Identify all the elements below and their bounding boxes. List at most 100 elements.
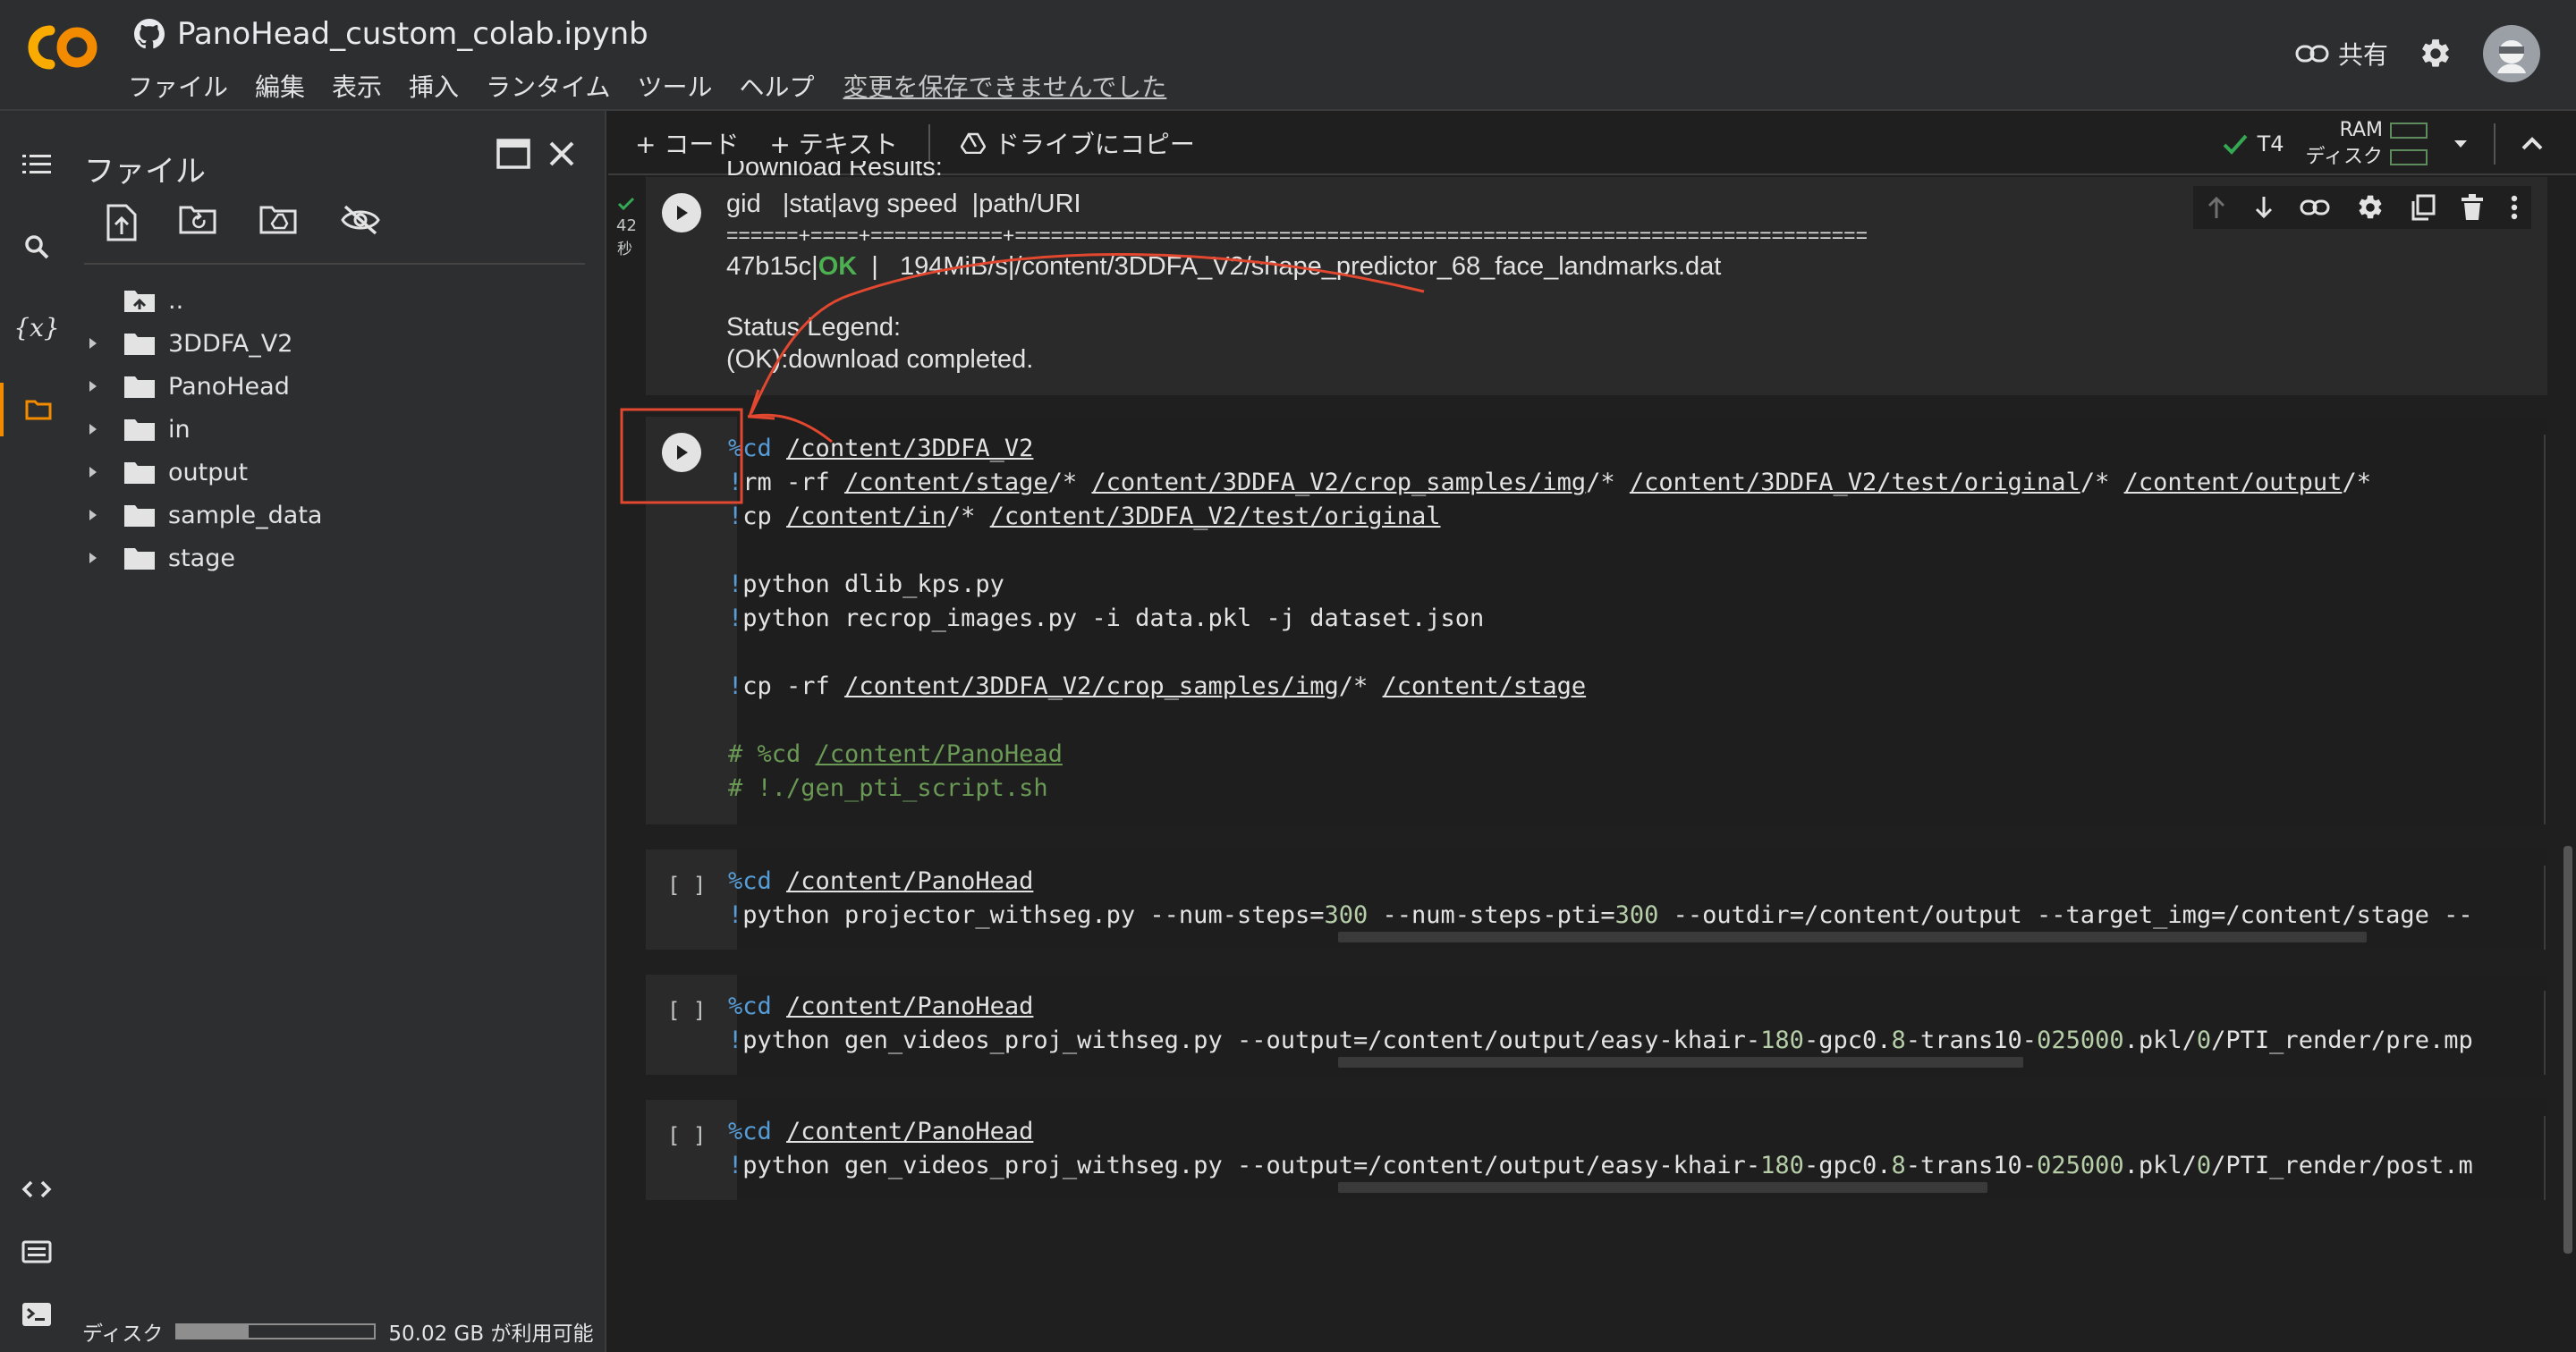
top-bar: PanoHead_custom_colab.ipynb ファイル 編集 表示 挿… xyxy=(0,0,2576,111)
folder-icon xyxy=(123,374,156,399)
add-text-button[interactable]: + テキスト xyxy=(769,125,898,161)
mirror-cell-icon[interactable] xyxy=(2411,194,2436,221)
tree-item-parent[interactable]: .. xyxy=(73,279,606,322)
tree-item-sample-data[interactable]: sample_data xyxy=(73,494,606,537)
share-label: 共有 xyxy=(2337,40,2388,70)
move-down-icon[interactable] xyxy=(2253,195,2275,220)
chevron-right-icon[interactable] xyxy=(88,551,102,565)
user-avatar[interactable] xyxy=(2483,25,2540,82)
left-rail: {x} xyxy=(0,111,73,1352)
search-button[interactable] xyxy=(0,220,73,274)
code-line: # !./gen_pti_script.sh xyxy=(728,774,1048,802)
notebook-title[interactable]: PanoHead_custom_colab.ipynb xyxy=(134,14,648,54)
folder-icon xyxy=(123,417,156,442)
cell-exec-bracket[interactable]: [ ] xyxy=(667,1123,706,1148)
refresh-folder-icon[interactable] xyxy=(179,204,218,236)
cell-toolbar xyxy=(2193,186,2531,229)
tree-item-stage[interactable]: stage xyxy=(73,537,606,579)
open-in-tab-icon[interactable] xyxy=(496,138,531,170)
terminal-button[interactable] xyxy=(0,1288,73,1341)
horizontal-scrollbar[interactable] xyxy=(1338,1057,2023,1068)
menu-edit[interactable]: 編集 xyxy=(255,68,305,104)
tree-item-label: output xyxy=(168,458,249,486)
horizontal-scrollbar[interactable] xyxy=(1338,1182,1987,1193)
dropdown-arrow-icon[interactable] xyxy=(2447,135,2474,153)
file-tree: .. 3DDFA_V2 PanoHead in output sample_da… xyxy=(73,279,606,579)
menu-bar: ファイル 編集 表示 挿入 ランタイム ツール ヘルプ 変更を保存できませんでし… xyxy=(128,66,1166,106)
command-palette-button[interactable] xyxy=(0,1225,73,1279)
menu-file[interactable]: ファイル xyxy=(128,68,228,104)
code-line: !python projector_withseg.py --num-steps… xyxy=(728,901,2473,929)
play-icon xyxy=(677,445,688,460)
avatar-icon xyxy=(2497,40,2526,73)
hide-files-eye-icon[interactable] xyxy=(340,204,381,236)
menu-view[interactable]: 表示 xyxy=(332,68,382,104)
close-icon[interactable] xyxy=(546,138,578,170)
tree-item-3ddfa-v2[interactable]: 3DDFA_V2 xyxy=(73,322,606,365)
code-icon xyxy=(21,1180,52,1198)
runtime-type: T4 xyxy=(2257,131,2284,156)
code-line: !python gen_videos_proj_withseg.py --out… xyxy=(728,1152,2473,1179)
files-divider xyxy=(84,263,585,265)
menu-help[interactable]: ヘルプ xyxy=(740,68,815,104)
github-icon xyxy=(134,19,165,49)
code-line: !python dlib_kps.py xyxy=(728,570,1004,598)
variables-button[interactable]: {x} xyxy=(0,300,73,354)
link-cell-icon[interactable] xyxy=(2300,199,2330,216)
unsaved-changes-link[interactable]: 変更を保存できませんでした xyxy=(843,68,1167,104)
more-vert-icon[interactable] xyxy=(2510,194,2519,221)
run-cell-button[interactable] xyxy=(662,433,701,472)
files-button[interactable] xyxy=(0,383,73,436)
share-button[interactable]: 共有 xyxy=(2295,36,2388,72)
code-line: %cd /content/PanoHead xyxy=(728,993,1034,1020)
disk-usage-bar xyxy=(175,1323,377,1339)
files-panel: ファイル .. 3DDFA_V2 PanoHead in output samp… xyxy=(73,111,606,1352)
menu-runtime[interactable]: ランタイム xyxy=(486,68,610,104)
settings-gear-icon[interactable] xyxy=(2419,37,2453,71)
chevron-right-icon[interactable] xyxy=(88,508,102,522)
cell-exec-bracket[interactable]: [ ] xyxy=(667,998,706,1023)
tree-item-label: 3DDFA_V2 xyxy=(168,329,293,358)
chevron-up-icon[interactable] xyxy=(2519,133,2546,155)
link-icon xyxy=(2295,45,2329,63)
code-line: !cp -rf /content/3DDFA_V2/crop_samples/i… xyxy=(728,672,1587,700)
tree-item-label: .. xyxy=(168,286,184,315)
run-cell-button[interactable] xyxy=(662,193,701,232)
variables-icon: {x} xyxy=(13,312,60,342)
copy-to-drive-button[interactable]: ドライブにコピー xyxy=(960,125,1195,161)
ruler-line xyxy=(2544,866,2546,950)
upload-file-icon[interactable] xyxy=(106,204,138,241)
horizontal-scrollbar[interactable] xyxy=(1338,932,2367,942)
add-code-button[interactable]: + コード xyxy=(635,125,739,161)
scrollbar-thumb[interactable] xyxy=(2563,846,2572,1254)
menu-insert[interactable]: 挿入 xyxy=(409,68,459,104)
code-line: %cd /content/PanoHead xyxy=(728,1118,1034,1145)
resource-meters[interactable]: RAM ディスク xyxy=(2306,117,2428,171)
chevron-right-icon[interactable] xyxy=(88,336,102,351)
chevron-right-icon[interactable] xyxy=(88,465,102,479)
runtime-status-button[interactable]: T4 xyxy=(2222,131,2284,156)
chevron-right-icon[interactable] xyxy=(88,379,102,393)
notebook-scrollbar[interactable] xyxy=(2558,177,2576,1352)
tree-item-output[interactable]: output xyxy=(73,451,606,494)
chevron-right-icon[interactable] xyxy=(88,422,102,436)
cell-settings-icon[interactable] xyxy=(2356,193,2385,222)
folder-icon xyxy=(123,545,156,570)
cell-exec-bracket[interactable]: [ ] xyxy=(667,873,706,898)
colab-logo[interactable] xyxy=(23,21,100,73)
mount-drive-icon[interactable] xyxy=(259,204,299,236)
output-gid: 47b15c| xyxy=(726,252,818,281)
menu-tools[interactable]: ツール xyxy=(638,68,713,104)
delete-trash-icon[interactable] xyxy=(2461,194,2484,221)
check-icon xyxy=(2223,134,2248,155)
toolbar-divider xyxy=(928,124,930,162)
tree-item-panohead[interactable]: PanoHead xyxy=(73,365,606,408)
tree-item-in[interactable]: in xyxy=(73,408,606,451)
disk-free-text: 50.02 GB が利用可能 xyxy=(388,1322,594,1346)
play-icon xyxy=(677,206,688,220)
exec-time-unit: 秒 xyxy=(617,241,632,258)
move-up-icon[interactable] xyxy=(2206,195,2227,220)
code-snippets-button[interactable] xyxy=(0,1162,73,1216)
ruler-line xyxy=(2544,435,2546,824)
toc-button[interactable] xyxy=(0,138,73,191)
